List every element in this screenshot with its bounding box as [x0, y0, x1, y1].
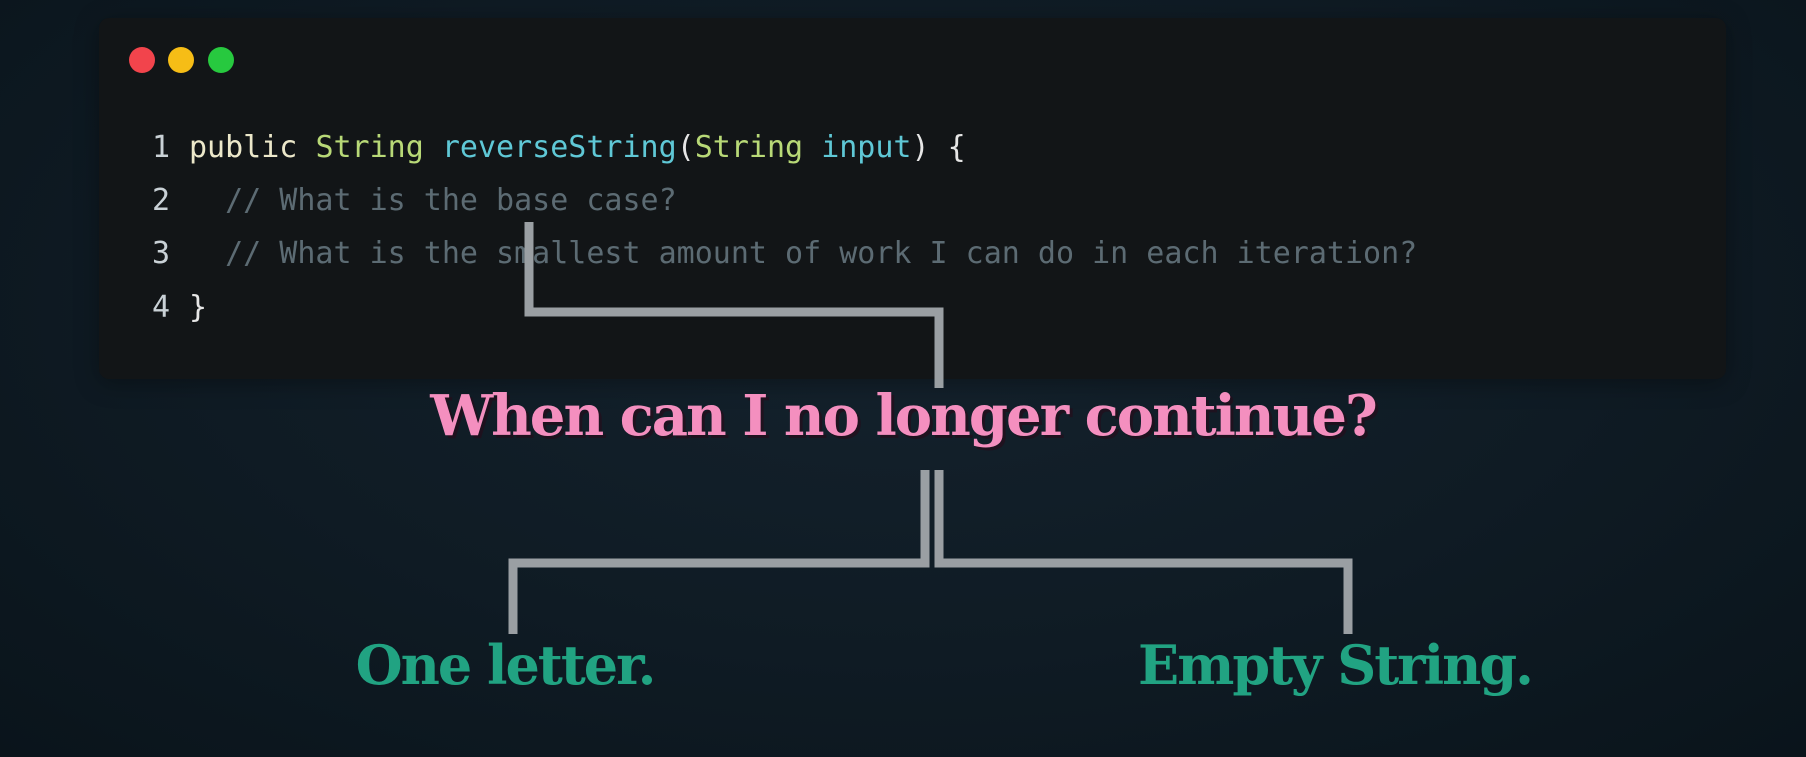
base-case-question: When can I no longer continue?	[430, 383, 1378, 449]
answer-empty-string: Empty String.	[1138, 633, 1534, 697]
answer-one-letter: One letter.	[355, 633, 657, 697]
connector-right-branch	[934, 470, 1353, 634]
connector-base-case	[524, 222, 944, 388]
connector-left-branch	[508, 470, 930, 634]
